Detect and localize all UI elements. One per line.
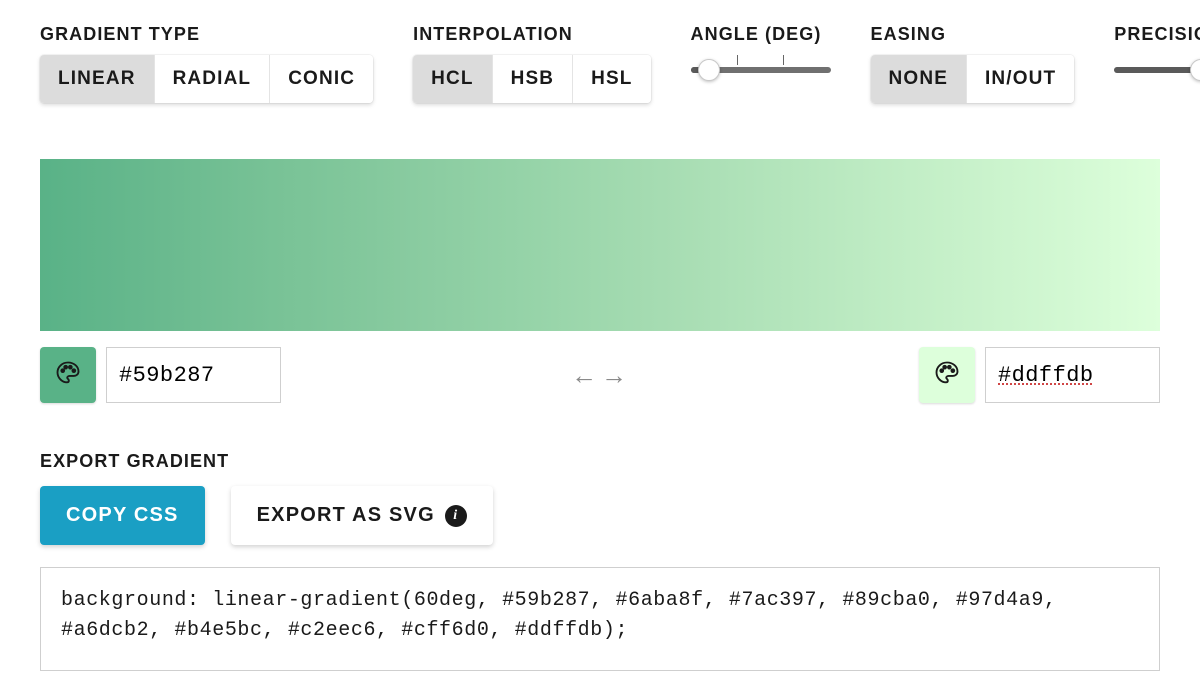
precision-group: PRECISION ?: [1114, 24, 1200, 73]
easing-none[interactable]: NONE: [871, 55, 966, 103]
palette-icon: [54, 359, 82, 392]
easing-label: EASING: [871, 24, 1075, 45]
interpolation-segmented: HCL HSB HSL: [413, 55, 650, 103]
start-swatch[interactable]: [40, 347, 96, 403]
gradient-type-label: GRADIENT TYPE: [40, 24, 373, 45]
gradient-type-radial[interactable]: RADIAL: [154, 55, 270, 103]
easing-inout[interactable]: IN/OUT: [966, 55, 1074, 103]
export-label: EXPORT GRADIENT: [40, 451, 1160, 472]
easing-group: EASING NONE IN/OUT: [871, 24, 1075, 103]
end-swatch[interactable]: [919, 347, 975, 403]
interpolation-hsl[interactable]: HSL: [572, 55, 650, 103]
color-row: ←→: [40, 347, 1160, 403]
precision-slider[interactable]: [1114, 55, 1200, 73]
swap-colors-button[interactable]: ←→: [571, 360, 629, 391]
export-svg-button[interactable]: EXPORT AS SVG i: [231, 486, 493, 545]
end-color-pair: [919, 347, 1160, 403]
end-color-input[interactable]: [985, 347, 1160, 403]
arrow-right-icon: →: [601, 360, 629, 391]
export-section: EXPORT GRADIENT COPY CSS EXPORT AS SVG i…: [40, 451, 1160, 671]
controls-row: GRADIENT TYPE LINEAR RADIAL CONIC INTERP…: [40, 24, 1160, 103]
copy-css-button[interactable]: COPY CSS: [40, 486, 205, 545]
easing-segmented: NONE IN/OUT: [871, 55, 1075, 103]
gradient-type-group: GRADIENT TYPE LINEAR RADIAL CONIC: [40, 24, 373, 103]
interpolation-hcl[interactable]: HCL: [413, 55, 491, 103]
angle-group: ANGLE (DEG): [691, 24, 831, 73]
precision-thumb[interactable]: [1190, 59, 1200, 81]
arrow-left-icon: ←: [571, 360, 599, 391]
palette-icon: [933, 359, 961, 392]
gradient-type-linear[interactable]: LINEAR: [40, 55, 154, 103]
angle-slider[interactable]: [691, 55, 831, 73]
precision-label: PRECISION ?: [1114, 24, 1200, 45]
start-color-pair: [40, 347, 281, 403]
gradient-type-conic[interactable]: CONIC: [269, 55, 373, 103]
start-color-input[interactable]: [106, 347, 281, 403]
export-buttons: COPY CSS EXPORT AS SVG i: [40, 486, 1160, 545]
precision-label-text: PRECISION: [1114, 24, 1200, 45]
interpolation-label: INTERPOLATION: [413, 24, 650, 45]
gradient-type-segmented: LINEAR RADIAL CONIC: [40, 55, 373, 103]
interpolation-group: INTERPOLATION HCL HSB HSL: [413, 24, 650, 103]
interpolation-hsb[interactable]: HSB: [492, 55, 573, 103]
gradient-preview: [40, 159, 1160, 331]
export-svg-label: EXPORT AS SVG: [257, 504, 435, 527]
angle-thumb[interactable]: [698, 59, 720, 81]
info-icon: i: [445, 505, 467, 527]
angle-label: ANGLE (DEG): [691, 24, 831, 45]
css-output[interactable]: background: linear-gradient(60deg, #59b2…: [40, 567, 1160, 671]
